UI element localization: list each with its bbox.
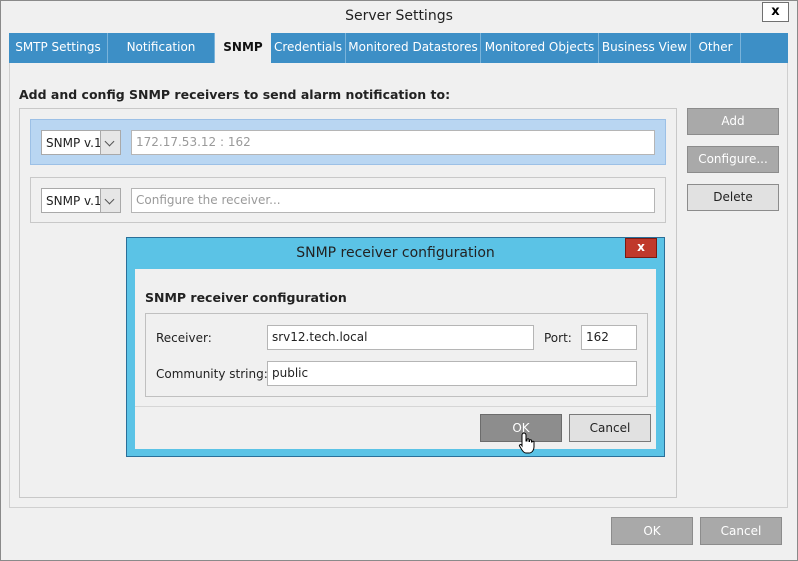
window-title: Server Settings	[345, 8, 453, 24]
title-bar: Server Settings x	[1, 1, 797, 32]
tab-credentials[interactable]: Credentials	[271, 33, 346, 63]
window-close-button[interactable]: x	[762, 2, 789, 22]
receiver-input[interactable]: srv12.tech.local	[267, 325, 534, 350]
ok-button[interactable]: OK	[611, 517, 693, 545]
cancel-button[interactable]: Cancel	[700, 517, 782, 545]
receiver-settings-group: Receiver: srv12.tech.local Port: 162 Com…	[145, 313, 648, 397]
tab-smtp-settings[interactable]: SMTP Settings	[9, 33, 108, 63]
snmp-version-select-2[interactable]: SNMP v.1	[41, 188, 121, 213]
snmp-receiver-dialog: SNMP receiver configuration x SNMP recei…	[126, 237, 665, 457]
snmp-version-select-1[interactable]: SNMP v.1	[41, 130, 121, 155]
tab-other[interactable]: Other	[691, 33, 741, 63]
receiver-label: Receiver:	[156, 331, 212, 345]
dialog-heading: SNMP receiver configuration	[145, 290, 347, 305]
tab-monitored-datastores[interactable]: Monitored Datastores	[346, 33, 481, 63]
receiver-address-field-2[interactable]: Configure the receiver...	[131, 188, 655, 213]
community-string-label: Community string:	[156, 367, 268, 381]
tab-bar: SMTP Settings Notification Policy SNMP C…	[9, 33, 788, 82]
hand-pointer-icon	[518, 432, 535, 454]
tab-notification-policy[interactable]: Notification Policy	[108, 33, 215, 82]
snmp-version-value: SNMP v.1	[46, 136, 102, 150]
community-string-input[interactable]: public	[267, 361, 637, 386]
dialog-title: SNMP receiver configuration	[296, 245, 495, 261]
snmp-heading: Add and config SNMP receivers to send al…	[19, 87, 451, 102]
chevron-down-icon	[100, 189, 120, 212]
delete-button[interactable]: Delete	[687, 184, 779, 211]
tab-monitored-objects[interactable]: Monitored Objects	[481, 33, 599, 63]
snmp-version-value: SNMP v.1	[46, 194, 102, 208]
receiver-address-field-1[interactable]: 172.17.53.12 : 162	[131, 130, 655, 155]
receiver-row-1[interactable]: SNMP v.1 172.17.53.12 : 162	[30, 119, 666, 165]
tab-business-view[interactable]: Business View	[599, 33, 691, 63]
configure-button[interactable]: Configure...	[687, 146, 779, 173]
dialog-cancel-button[interactable]: Cancel	[569, 414, 651, 442]
dialog-body: SNMP receiver configuration Receiver: sr…	[135, 269, 656, 449]
receiver-row-2[interactable]: SNMP v.1 Configure the receiver...	[30, 177, 666, 223]
dialog-divider	[135, 406, 656, 407]
port-label: Port:	[544, 331, 572, 345]
port-input[interactable]: 162	[581, 325, 637, 350]
chevron-down-icon	[100, 131, 120, 154]
tab-snmp[interactable]: SNMP	[215, 33, 271, 64]
dialog-close-button[interactable]: x	[625, 238, 657, 258]
add-button[interactable]: Add	[687, 108, 779, 135]
